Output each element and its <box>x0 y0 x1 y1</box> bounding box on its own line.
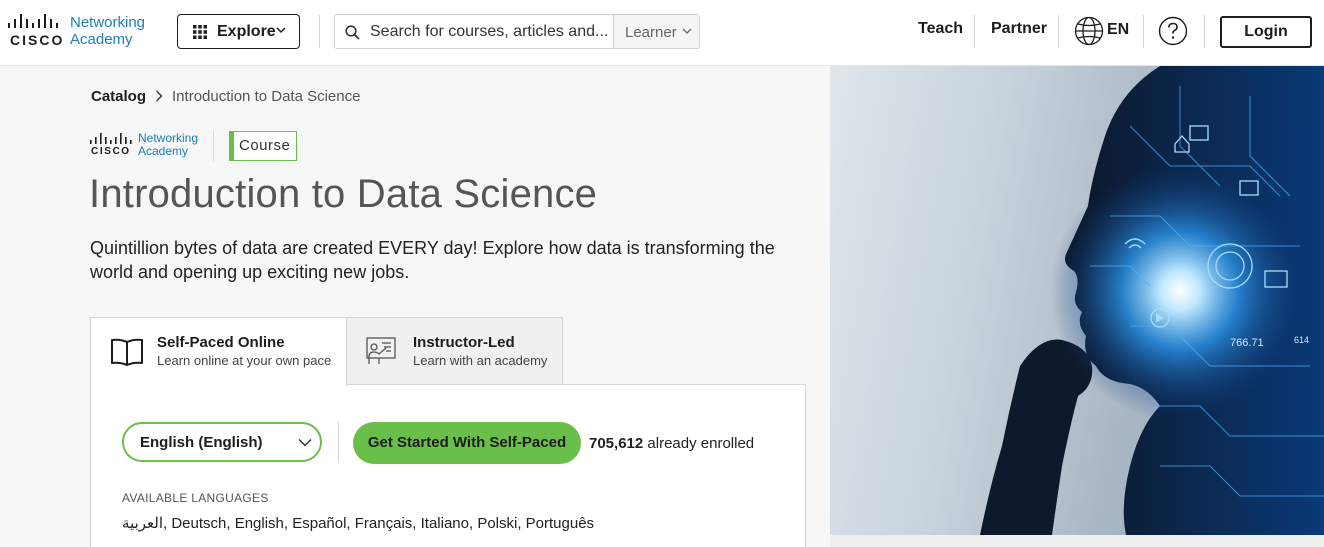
login-button[interactable]: Login <box>1220 16 1312 48</box>
nav-divider <box>1058 15 1059 48</box>
explore-label: Explore <box>217 23 276 40</box>
search-bar: Learner <box>334 14 700 49</box>
cisco-networking-academy-logo[interactable]: CISCO Networking Academy <box>8 14 158 50</box>
logo-line-2: Academy <box>70 31 133 48</box>
search-input[interactable] <box>370 16 610 47</box>
language-selector[interactable]: EN <box>1074 15 1134 47</box>
course-description: Quintillion bytes of data are created EV… <box>90 238 775 282</box>
hero-image: 766.71 614 <box>830 66 1324 535</box>
logo-line-1: Networking <box>70 14 146 31</box>
instructor-icon <box>366 337 396 364</box>
course-language-select[interactable]: English (English) <box>122 422 322 462</box>
hero-ai-face-illustration: 766.71 614 <box>980 66 1324 535</box>
grid-icon <box>193 25 207 39</box>
tab-title: Instructor-Led <box>413 334 515 351</box>
hero-number: 766.71 <box>1230 337 1264 349</box>
available-languages-heading: AVAILABLE LANGUAGES <box>122 491 269 505</box>
enrolled-suffix: already enrolled <box>647 435 755 452</box>
nav-teach-link[interactable]: Teach <box>918 20 963 38</box>
available-languages-list: العربية, Deutsch, English, Español, Fran… <box>122 515 595 532</box>
book-icon <box>111 338 143 366</box>
hero-number: 614 <box>1294 335 1309 345</box>
logo-cisco-text: CISCO <box>10 32 65 48</box>
get-started-button[interactable]: Get Started With Self-Paced <box>353 422 581 464</box>
header-divider <box>319 15 320 48</box>
tab-self-paced-online[interactable]: Self-Paced Online Learn online at your o… <box>90 317 347 386</box>
enrollment-panel: English (English) Get Started With Self-… <box>90 384 806 547</box>
course-brand-cisco: CISCO <box>91 146 131 157</box>
nav-divider <box>1143 15 1144 48</box>
chevron-right-icon <box>155 89 163 106</box>
hero-bottom-strip <box>830 535 1324 547</box>
nav-partner-link[interactable]: Partner <box>991 20 1047 38</box>
breadcrumb-current: Introduction to Data Science <box>172 88 361 105</box>
selected-language: English (English) <box>140 434 263 451</box>
globe-icon <box>1074 16 1104 46</box>
logo-academy-text: Networking Academy <box>70 14 145 48</box>
nav-divider <box>974 15 975 48</box>
chevron-down-icon <box>298 438 312 447</box>
course-brand-line-2: Academy <box>138 144 189 158</box>
brand-divider <box>213 131 214 161</box>
course-provider-logo: CISCO Networking Academy <box>90 132 210 160</box>
page-title: Introduction to Data Science <box>89 172 598 216</box>
language-code: EN <box>1107 21 1130 38</box>
course-type-badge: Course <box>229 131 297 161</box>
breadcrumb-catalog-link[interactable]: Catalog <box>91 88 146 105</box>
chevron-down-icon <box>276 27 286 33</box>
enrollment-count: 705,612 already enrolled <box>589 435 754 452</box>
search-icon[interactable] <box>345 25 360 40</box>
tab-subtitle: Learn with an academy <box>413 353 548 368</box>
panel-divider <box>338 422 339 462</box>
course-brand-academy: Networking Academy <box>138 132 198 158</box>
chevron-down-icon <box>682 28 692 34</box>
cisco-bars-icon <box>8 14 58 28</box>
role-label: Learner <box>625 24 677 41</box>
cisco-bars-icon <box>90 133 132 144</box>
role-dropdown[interactable]: Learner <box>613 15 699 48</box>
tab-subtitle: Learn online at your own pace <box>157 353 332 368</box>
breadcrumb: Catalog Introduction to Data Science <box>91 88 360 106</box>
enrolled-number: 705,612 <box>589 435 644 452</box>
help-icon[interactable] <box>1158 16 1188 46</box>
tab-instructor-led[interactable]: Instructor-Led Learn with an academy <box>346 317 563 385</box>
nav-divider <box>1204 15 1205 48</box>
top-header: CISCO Networking Academy Explore Learner… <box>0 0 1324 66</box>
explore-button[interactable]: Explore <box>177 14 300 49</box>
tab-title: Self-Paced Online <box>157 334 285 351</box>
